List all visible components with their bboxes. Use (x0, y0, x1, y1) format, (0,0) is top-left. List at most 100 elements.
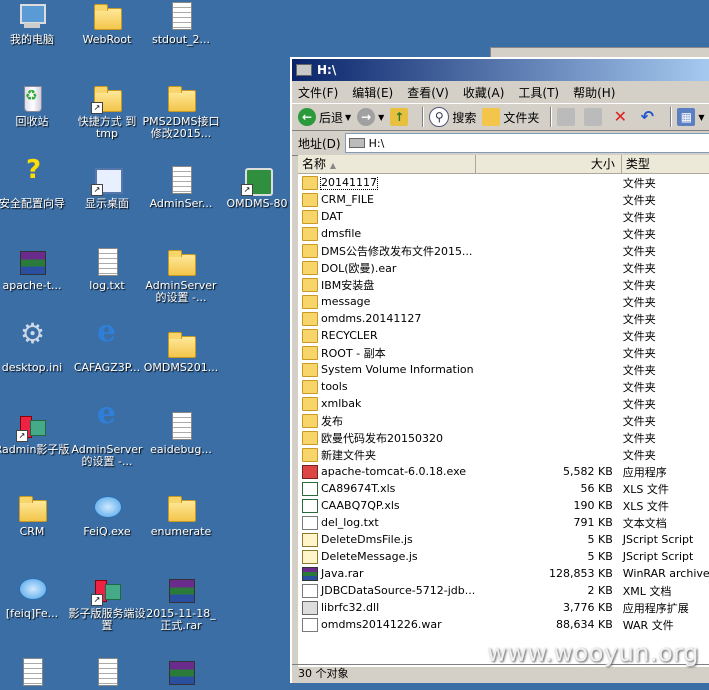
desktop-icon[interactable]: ↗ 影子版服务端设置 (68, 574, 146, 632)
file-row[interactable]: omdms20141226.war 88,634 KB WAR 文件 (298, 616, 709, 633)
file-row[interactable]: del_log.txt 791 KB 文本文档 (298, 514, 709, 531)
column-header-type[interactable]: 类型 (622, 155, 709, 173)
file-row[interactable]: 20141117 文件夹 (298, 174, 709, 191)
menu-file[interactable]: 文件(F) (298, 84, 338, 101)
ie-icon (91, 326, 123, 360)
search-label: 搜索 (452, 110, 477, 125)
file-name-cell: 20141117 (298, 175, 475, 190)
file-row[interactable]: JDBCDataSource-5712-jdb... 2 KB XML 文档 (298, 582, 709, 599)
desktop-icon[interactable]: AdminSer... (142, 164, 220, 210)
file-row[interactable]: tools 文件夹 (298, 378, 709, 395)
file-row[interactable]: message 文件夹 (298, 293, 709, 310)
file-name: 20141117 (320, 175, 378, 190)
desktop-icon[interactable]: 回收站 (0, 82, 71, 128)
file-row[interactable]: IBM安装盘 文件夹 (298, 276, 709, 293)
desktop-icon[interactable]: ↗ 快捷方式 到 tmp (68, 82, 146, 140)
desktop-icon-label: PMS2DMS接口修改2015... (142, 115, 220, 140)
desktop-icon[interactable]: stdout_2... (142, 0, 220, 46)
file-row[interactable]: apache-tomcat-6.0.18.exe 5,582 KB 应用程序 (298, 463, 709, 480)
move-to-button[interactable] (557, 108, 578, 126)
file-row[interactable]: DAT 文件夹 (298, 208, 709, 225)
file-row[interactable]: DeleteDmsFile.js 5 KB JScript Script (298, 531, 709, 548)
file-row[interactable]: omdms.20141127 文件夹 (298, 310, 709, 327)
desktop-icon[interactable]: ↗ 显示桌面 (68, 164, 146, 210)
file-row[interactable]: System Volume Information 文件夹 (298, 361, 709, 378)
chevron-down-icon: ▼ (698, 112, 705, 122)
desktop-icon[interactable]: [feiq]Fe... (0, 574, 71, 620)
file-name: librfc32.dll (321, 601, 380, 614)
file-row[interactable]: librfc32.dll 3,776 KB 应用程序扩展 (298, 599, 709, 616)
search-button[interactable]: ⚲ 搜索 (429, 107, 476, 127)
desktop-icon-label: desktop.ini (1, 361, 63, 374)
chevron-down-icon: ▼ (378, 112, 385, 122)
menu-favorites[interactable]: 收藏(A) (463, 84, 505, 101)
desktop-icon[interactable] (68, 656, 146, 690)
file-row[interactable]: CA89674T.xls 56 KB XLS 文件 (298, 480, 709, 497)
desktop-icon[interactable]: ↗ OMDMS-80 (218, 164, 296, 210)
desktop-icon[interactable] (0, 656, 71, 690)
desktop-icon[interactable]: AdminServer 的设置 -... (142, 246, 220, 304)
file-row[interactable]: 欧曼代码发布20150320 文件夹 (298, 429, 709, 446)
file-type: XLS 文件 (622, 482, 669, 496)
file-name-cell: omdms.20141127 (298, 311, 475, 326)
column-header-name[interactable]: 名称 ▲ (298, 155, 477, 173)
desktop-icon[interactable]: CRM (0, 492, 71, 538)
file-name-cell: Java.rar (298, 566, 475, 581)
menu-edit[interactable]: 编辑(E) (352, 84, 393, 101)
desktop-icon[interactable]: AdminServer 的设置 -... (68, 408, 146, 468)
file-name-cell: CRM_FILE (298, 192, 475, 207)
file-name-cell: message (298, 294, 475, 309)
file-row[interactable]: 新建文件夹 文件夹 (298, 446, 709, 463)
desktop-icon[interactable]: desktop.ini (0, 328, 71, 374)
folders-button[interactable]: 文件夹 (482, 108, 539, 126)
desktop-icon[interactable] (142, 656, 220, 690)
address-input[interactable]: H:\ (344, 133, 709, 153)
column-size-label: 大小 (590, 157, 615, 171)
menu-view[interactable]: 查看(V) (407, 84, 449, 101)
desktop-icon[interactable]: OMDMS201... (142, 328, 220, 374)
menu-help[interactable]: 帮助(H) (573, 84, 615, 101)
file-row[interactable]: RECYCLER 文件夹 (298, 327, 709, 344)
menu-bar: 文件(F) 编辑(E) 查看(V) 收藏(A) 工具(T) 帮助(H) (292, 81, 709, 103)
desktop-icon[interactable]: ↗ Radmin影子版 (0, 410, 71, 456)
file-row[interactable]: xmlbak 文件夹 (298, 395, 709, 412)
file-icon (302, 617, 318, 632)
desktop-icon[interactable]: 安全配置向导 (0, 164, 71, 210)
file-row[interactable]: dmsfile 文件夹 (298, 225, 709, 242)
undo-button[interactable]: ↶ (638, 108, 659, 126)
folder-up-icon: ↑ (390, 108, 409, 126)
desktop-icon[interactable]: enumerate (142, 492, 220, 538)
undo-icon: ↶ (640, 107, 655, 126)
views-button[interactable]: ▦ ▼ (677, 108, 705, 126)
desktop-icon[interactable]: FeiQ.exe (68, 492, 146, 538)
file-row[interactable]: 发布 文件夹 (298, 412, 709, 429)
back-button[interactable]: ← 后退 ▼ (298, 108, 351, 126)
desktop-icon[interactable]: PMS2DMS接口修改2015... (142, 82, 220, 140)
desktop-icon[interactable]: log.txt (68, 246, 146, 292)
window-titlebar[interactable]: H:\ (292, 59, 709, 81)
copy-to-button[interactable] (584, 108, 605, 126)
file-row[interactable]: DMS公告修改发布文件2015... 文件夹 (298, 242, 709, 259)
desktop-icon[interactable]: eaidebug... (142, 410, 220, 456)
file-size: 5 KB (587, 533, 613, 546)
file-row[interactable]: ROOT - 副本 文件夹 (298, 344, 709, 361)
column-header-size[interactable]: 大小 (476, 155, 622, 173)
up-button[interactable]: ↑ (390, 108, 411, 126)
file-type: 文件夹 (622, 227, 656, 241)
forward-button[interactable]: → ▼ (357, 108, 384, 126)
file-row[interactable]: CRM_FILE 文件夹 (298, 191, 709, 208)
folder-icon (302, 328, 318, 343)
app-shortcut-icon: ↗ (241, 164, 273, 196)
file-row[interactable]: DOL(欧曼).ear 文件夹 (298, 259, 709, 276)
desktop-icon[interactable]: 2015-11-18_正式.rar (142, 574, 220, 632)
file-row[interactable]: DeleteMessage.js 5 KB JScript Script (298, 548, 709, 565)
menu-tools[interactable]: 工具(T) (518, 84, 559, 101)
desktop-icon[interactable]: apache-t... (0, 246, 71, 292)
file-name: 新建文件夹 (321, 448, 376, 462)
desktop-icon[interactable]: 我的电脑 (0, 0, 71, 46)
delete-button[interactable]: ✕ (611, 108, 632, 126)
file-row[interactable]: Java.rar 128,853 KB WinRAR archive (298, 565, 709, 582)
desktop-icon[interactable]: WebRoot (68, 0, 146, 46)
desktop-icon[interactable]: CAFAGZ3P... (68, 326, 146, 374)
file-row[interactable]: CAABQ7QP.xls 190 KB XLS 文件 (298, 497, 709, 514)
